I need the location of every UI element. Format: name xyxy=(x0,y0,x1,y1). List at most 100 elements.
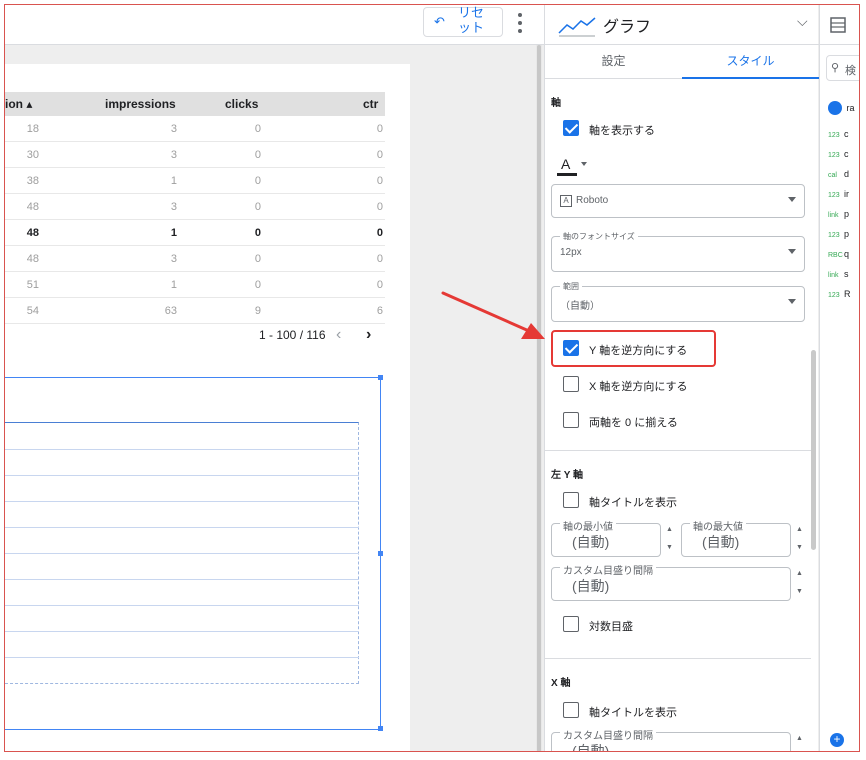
chart-type-selector[interactable]: グラフ ⌵ xyxy=(545,5,819,45)
field-type-icon: cal xyxy=(828,172,837,179)
table-row[interactable]: 48 3 0 0 xyxy=(5,246,385,272)
axis-max-down-icon[interactable]: ▼ xyxy=(796,542,803,554)
data-source-name: ra xyxy=(846,102,855,113)
show-axis-title-checkbox[interactable] xyxy=(563,492,579,508)
data-field-item[interactable]: 123 R xyxy=(828,289,851,299)
x-tick-interval-input[interactable]: カスタム目盛り間隔 (自動) xyxy=(551,727,791,751)
axis-font-size-label: 軸のフォントサイズ xyxy=(560,231,638,242)
table-row[interactable]: 51 1 0 0 xyxy=(5,272,385,298)
show-x-axis-title-label: 軸タイトルを表示 xyxy=(589,707,677,719)
data-field-item[interactable]: 123 c xyxy=(828,149,849,159)
app-window: ↶ リセット ion ▴ impressions clicks ctr 18 3 0… xyxy=(4,4,860,752)
dropdown-caret-icon xyxy=(581,162,587,166)
show-axis-checkbox[interactable] xyxy=(563,120,579,136)
field-type-icon: 123 xyxy=(828,132,840,139)
section-left-y-axis-title: 左 Y 軸 xyxy=(551,470,584,481)
scrollbar[interactable] xyxy=(811,350,816,550)
chevron-down-icon xyxy=(788,299,796,304)
more-vert-icon[interactable] xyxy=(513,11,527,35)
log-scale-checkbox[interactable] xyxy=(563,616,579,632)
table-row[interactable]: 48 1 0 0 xyxy=(5,220,385,246)
data-field-item[interactable]: 123 ir xyxy=(828,189,849,199)
resize-handle[interactable] xyxy=(378,551,383,556)
align-zero-label: 両軸を 0 に揃える xyxy=(589,417,678,429)
data-field-item[interactable]: cal d xyxy=(828,169,849,179)
axis-min-label: 軸の最小値 xyxy=(560,518,616,533)
table-cell: 48 xyxy=(26,253,39,265)
log-scale-label: 対数目盛 xyxy=(589,621,633,633)
font-color-picker[interactable]: A xyxy=(557,156,587,178)
resize-handle[interactable] xyxy=(378,375,383,380)
chart-plot-area xyxy=(5,422,359,684)
field-name: c xyxy=(844,149,849,159)
data-source-icon xyxy=(828,100,842,115)
table-cell: 0 xyxy=(254,149,261,161)
chevron-down-icon: ⌵ xyxy=(797,13,808,29)
range-label: 範囲 xyxy=(560,281,582,292)
col-header-1[interactable]: ion ▴ xyxy=(5,97,32,111)
col-header-clicks[interactable]: clicks xyxy=(225,97,258,111)
tick-interval-up-icon[interactable]: ▲ xyxy=(796,568,803,580)
range-select[interactable]: 範囲 （自動） xyxy=(551,281,805,322)
x-tick-interval-up-icon[interactable]: ▲ xyxy=(796,733,803,745)
table-cell: 51 xyxy=(26,279,39,291)
table-cell: 0 xyxy=(376,201,383,213)
chart-selection-frame[interactable] xyxy=(5,375,383,731)
field-type-icon: link xyxy=(828,212,839,219)
reverse-x-axis-checkbox[interactable] xyxy=(563,376,579,392)
gridline xyxy=(5,657,359,658)
col-header-ctr[interactable]: ctr xyxy=(363,97,378,111)
font-family-select[interactable]: A Roboto xyxy=(551,184,805,218)
data-field-item[interactable]: 123 c xyxy=(828,129,849,139)
tick-interval-input[interactable]: カスタム目盛り間隔 (自動) xyxy=(551,562,791,601)
axis-max-input[interactable]: 軸の最大値 (自動) xyxy=(681,518,791,557)
gridline xyxy=(5,631,359,632)
show-axis-label: 軸を表示する xyxy=(589,125,655,137)
axis-max-value: (自動) xyxy=(702,534,740,550)
axis-min-down-icon[interactable]: ▼ xyxy=(666,542,673,554)
axis-min-input[interactable]: 軸の最小値 (自動) xyxy=(551,518,661,557)
reset-button[interactable]: ↶ リセット xyxy=(423,5,503,37)
line-chart-icon xyxy=(558,17,596,37)
align-zero-checkbox[interactable] xyxy=(563,412,579,428)
axis-min-value: (自動) xyxy=(572,534,610,550)
tab-style[interactable]: スタイル xyxy=(682,45,819,79)
tab-setup[interactable]: 設定 xyxy=(545,45,682,79)
table-cell: 0 xyxy=(376,253,383,265)
table-cell: 3 xyxy=(170,123,177,135)
next-page-icon[interactable]: › xyxy=(366,326,371,344)
axis-min-up-icon[interactable]: ▲ xyxy=(666,524,673,536)
field-type-icon: 123 xyxy=(828,192,840,199)
add-field-icon[interactable]: + xyxy=(830,733,844,747)
data-field-item[interactable]: link s xyxy=(828,269,849,279)
panel-tabs: 設定 スタイル xyxy=(545,45,819,79)
data-field-item[interactable]: 123 p xyxy=(828,229,849,239)
data-source-item[interactable]: ra xyxy=(828,99,854,117)
pager-text: 1 - 100 / 116 xyxy=(259,328,326,342)
table-row[interactable]: 54 63 9 6 xyxy=(5,298,385,324)
axis-font-size-select[interactable]: 軸のフォントサイズ 12px xyxy=(551,231,805,272)
table-cell: 0 xyxy=(376,279,383,291)
field-search-input[interactable]: ⚲ 検 xyxy=(826,55,859,81)
table-row[interactable]: 38 1 0 0 xyxy=(5,168,385,194)
panel-splitter[interactable] xyxy=(536,45,542,751)
table-row[interactable]: 30 3 0 0 xyxy=(5,142,385,168)
reverse-y-axis-checkbox[interactable] xyxy=(563,340,579,356)
font-family-value: Roboto xyxy=(576,195,609,206)
resize-handle[interactable] xyxy=(378,726,383,731)
table-cell: 1 xyxy=(170,279,177,291)
table-cell: 0 xyxy=(376,227,383,239)
divider xyxy=(545,450,811,451)
table-row[interactable]: 48 3 0 0 xyxy=(5,194,385,220)
prev-page-icon[interactable]: ‹ xyxy=(336,326,341,344)
tick-interval-down-icon[interactable]: ▼ xyxy=(796,586,803,598)
gridline xyxy=(5,605,359,606)
table-cell: 48 xyxy=(26,201,39,213)
data-field-item[interactable]: link p xyxy=(828,209,849,219)
table-cell: 3 xyxy=(170,149,177,161)
show-x-axis-title-checkbox[interactable] xyxy=(563,702,579,718)
col-header-impressions[interactable]: impressions xyxy=(105,97,176,111)
axis-max-up-icon[interactable]: ▲ xyxy=(796,524,803,536)
table-row[interactable]: 18 3 0 0 xyxy=(5,116,385,142)
data-field-item[interactable]: RBCq xyxy=(828,249,849,259)
